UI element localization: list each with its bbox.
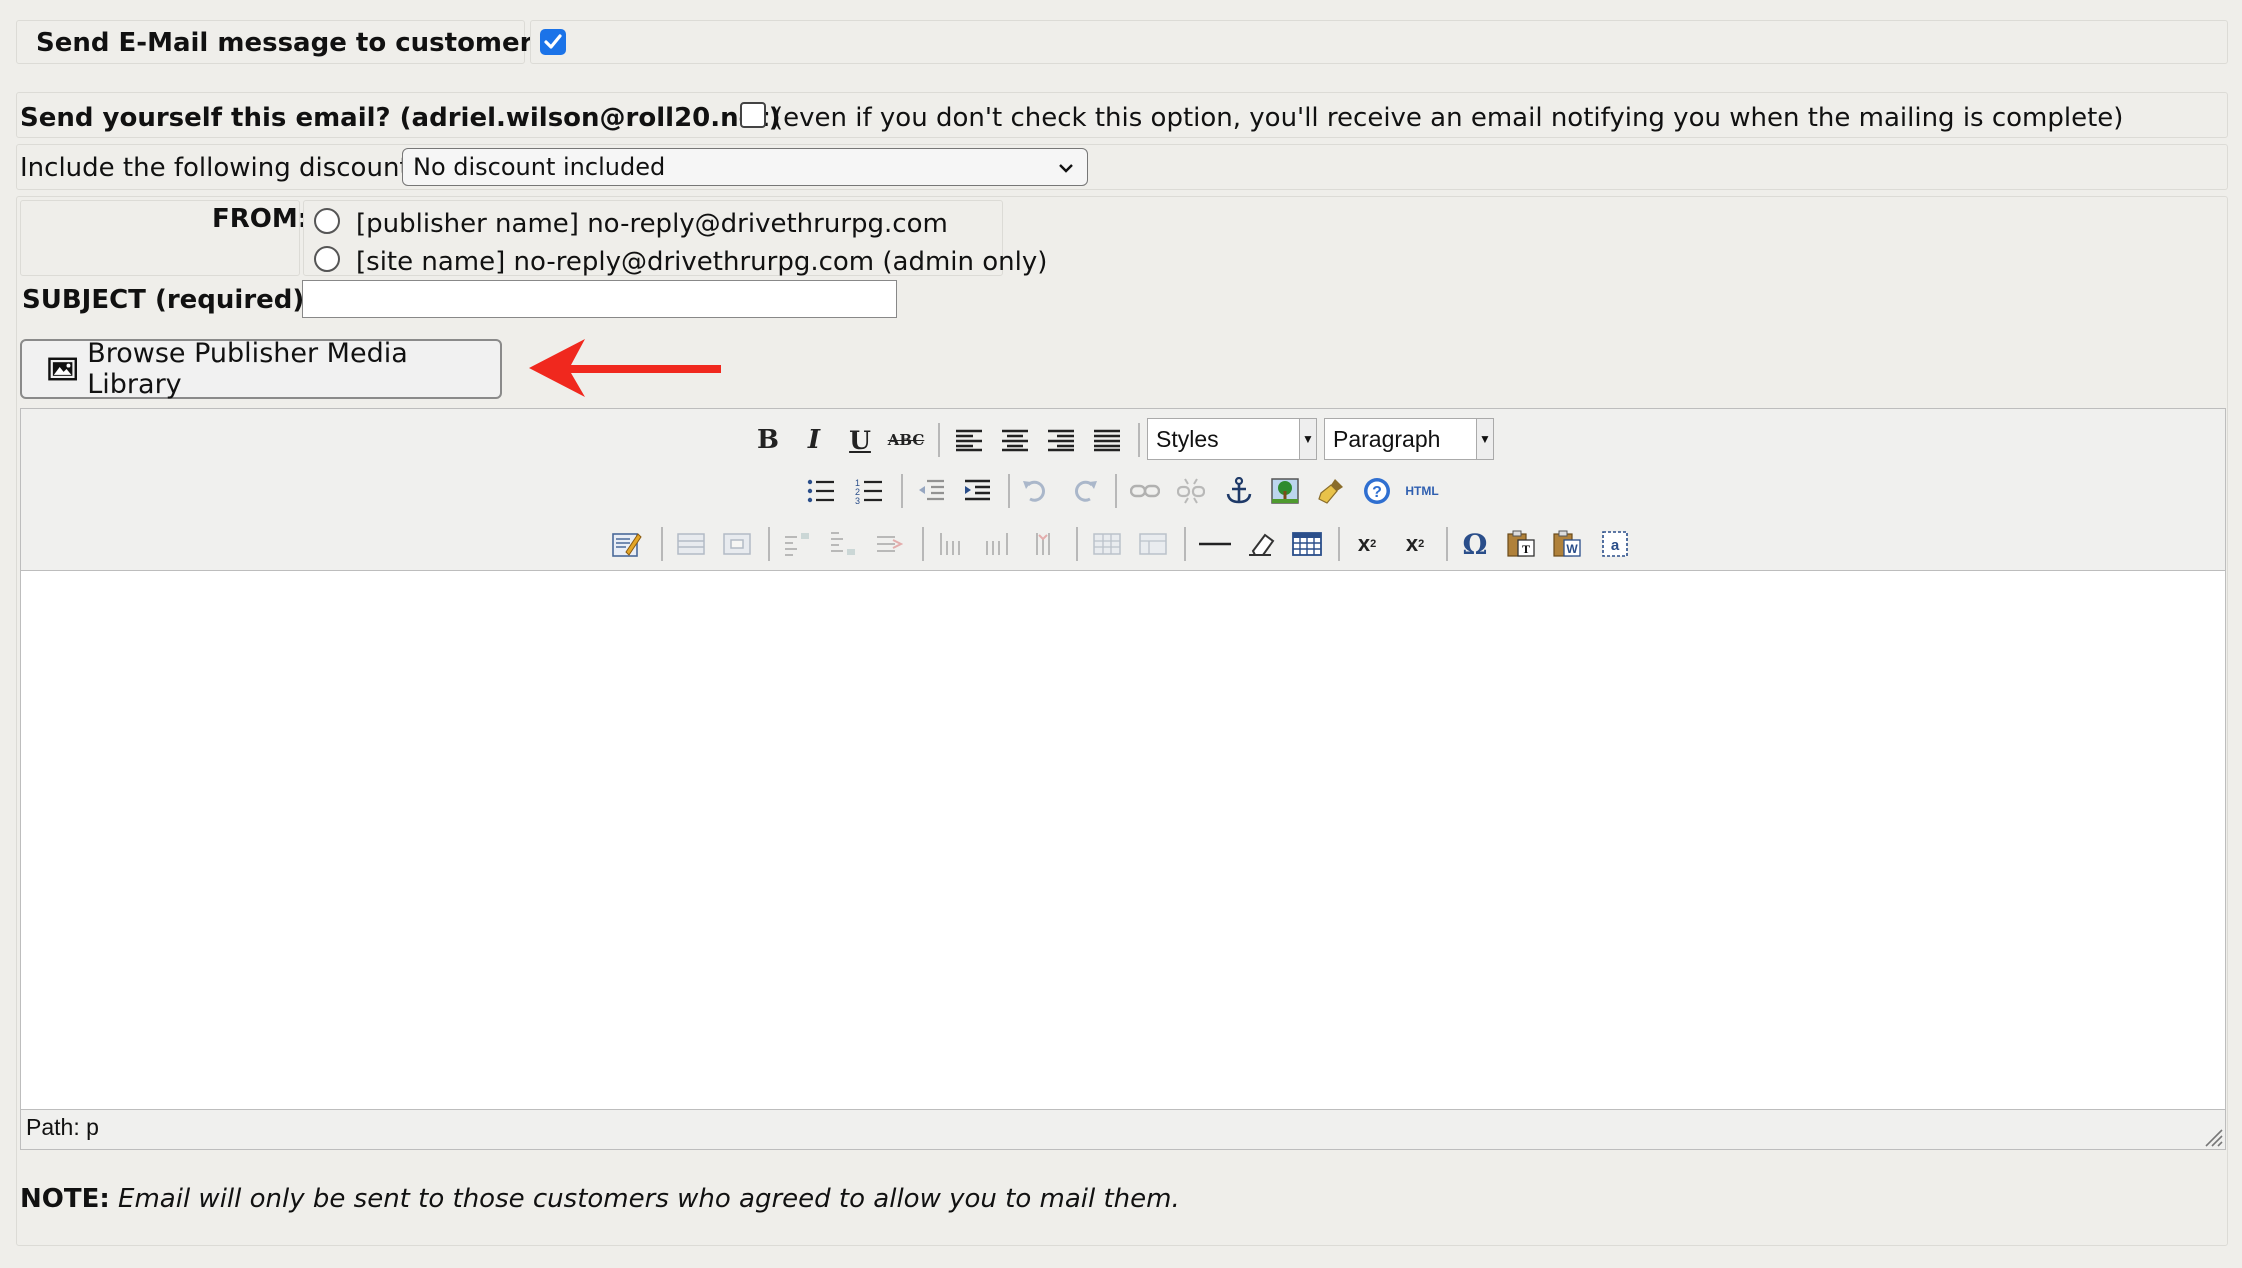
toolbar-separator: [1446, 527, 1448, 561]
styles-select-value: Styles: [1156, 425, 1219, 452]
from-option-publisher-label: [publisher name] no-reply@drivethrurpg.c…: [356, 209, 948, 239]
send-email-checkbox[interactable]: [540, 29, 566, 55]
from-option-site-label: [site name] no-reply@drivethrurpg.com (a…: [356, 247, 1048, 277]
cleanup-brush-icon[interactable]: [1314, 474, 1348, 508]
toolbar-separator: [768, 527, 770, 561]
align-left-icon[interactable]: [952, 423, 986, 457]
horizontal-rule-icon[interactable]: [1198, 527, 1232, 561]
send-email-label: Send E-Mail message to customers?: [36, 28, 564, 58]
red-arrow-icon: [529, 339, 721, 397]
from-option-publisher-radio[interactable]: [314, 208, 340, 234]
mailing-note-prefix: NOTE:: [20, 1184, 110, 1214]
toolbar-separator: [922, 527, 924, 561]
bullet-list-icon[interactable]: [804, 474, 838, 508]
format-select-value: Paragraph: [1333, 425, 1441, 452]
styles-select[interactable]: Styles ▼: [1147, 418, 1317, 460]
html-source-icon[interactable]: HTML: [1400, 474, 1444, 508]
remove-format-icon[interactable]: [1244, 527, 1278, 561]
split-cells-icon[interactable]: [1090, 527, 1124, 561]
help-icon[interactable]: ?: [1360, 474, 1394, 508]
send-self-checkbox[interactable]: [740, 102, 766, 128]
discount-label: Include the following discount:: [20, 153, 419, 183]
italic-icon[interactable]: I: [797, 423, 831, 457]
chevron-down-icon: ▼: [1299, 419, 1316, 459]
toolbar-separator: [1076, 527, 1078, 561]
check-icon: [544, 34, 562, 49]
align-justify-icon[interactable]: [1090, 423, 1124, 457]
table-cell-props-icon[interactable]: [720, 527, 754, 561]
discount-select[interactable]: No discount included: [402, 148, 1088, 186]
subject-input[interactable]: [302, 280, 897, 318]
send-email-checkbox-cell: [530, 20, 2228, 64]
mailing-note: NOTE: Email will only be sent to those c…: [20, 1184, 1180, 1214]
resize-handle-icon[interactable]: [2202, 1126, 2224, 1148]
merge-cells-icon[interactable]: [1136, 527, 1170, 561]
bold-icon[interactable]: B: [751, 423, 785, 457]
superscript-icon[interactable]: x2: [1398, 527, 1432, 561]
table-row-props-icon[interactable]: [674, 527, 708, 561]
toolbar-separator: [1338, 527, 1340, 561]
editor-path: Path: p: [26, 1114, 99, 1140]
special-character-icon[interactable]: Ω: [1458, 527, 1492, 561]
from-label: FROM:: [212, 204, 309, 234]
unlink-icon[interactable]: [1174, 474, 1208, 508]
delete-row-icon[interactable]: [872, 527, 906, 561]
insert-row-before-icon[interactable]: [780, 527, 814, 561]
toolbar-separator: [661, 527, 663, 561]
svg-text:3: 3: [855, 496, 860, 504]
delete-col-icon[interactable]: [1026, 527, 1060, 561]
align-center-icon[interactable]: [998, 423, 1032, 457]
svg-text:W: W: [1566, 542, 1578, 556]
visual-aid-icon[interactable]: [610, 527, 644, 561]
underline-icon[interactable]: U: [843, 423, 877, 457]
insert-table-icon[interactable]: [1290, 527, 1324, 561]
send-self-note: (even if you don't check this option, yo…: [773, 103, 2124, 133]
outdent-icon[interactable]: [914, 474, 948, 508]
insert-col-after-icon[interactable]: [980, 527, 1014, 561]
from-option-site-radio[interactable]: [314, 246, 340, 272]
paste-word-icon[interactable]: W: [1550, 527, 1584, 561]
mailing-note-text: Email will only be sent to those custome…: [118, 1184, 1180, 1214]
select-all-icon[interactable]: a: [1598, 527, 1632, 561]
insert-row-after-icon[interactable]: [826, 527, 860, 561]
browse-media-library-label: Browse Publisher Media Library: [87, 338, 408, 400]
toolbar-separator: [1008, 474, 1010, 508]
send-self-label: Send yourself this email? (adriel.wilson…: [20, 103, 781, 133]
format-select[interactable]: Paragraph ▼: [1324, 418, 1494, 460]
editor-content-area[interactable]: [21, 570, 2225, 1110]
html-source-label: HTML: [1405, 484, 1439, 498]
subject-label: SUBJECT (required):: [22, 285, 315, 315]
paste-text-icon[interactable]: T: [1504, 527, 1538, 561]
toolbar-separator: [938, 423, 940, 457]
svg-text:?: ?: [1372, 484, 1382, 501]
insert-col-before-icon[interactable]: [934, 527, 968, 561]
toolbar-separator: [1138, 423, 1140, 457]
redo-icon[interactable]: [1068, 474, 1102, 508]
browse-media-library-button[interactable]: Browse Publisher Media Library: [20, 338, 502, 400]
discount-select-value: No discount included: [413, 153, 666, 181]
anchor-icon[interactable]: [1222, 474, 1256, 508]
svg-text:T: T: [1522, 542, 1530, 556]
undo-icon[interactable]: [1018, 474, 1052, 508]
toolbar-separator: [901, 474, 903, 508]
strikethrough-icon[interactable]: ABC: [888, 423, 925, 457]
subscript-icon[interactable]: x2: [1350, 527, 1384, 561]
toolbar-separator: [1184, 527, 1186, 561]
link-icon[interactable]: [1128, 474, 1162, 508]
indent-icon[interactable]: [960, 474, 994, 508]
toolbar-separator: [1115, 474, 1117, 508]
image-icon: [48, 357, 77, 381]
align-right-icon[interactable]: [1044, 423, 1078, 457]
chevron-down-icon: [1059, 164, 1073, 173]
insert-image-icon[interactable]: [1268, 474, 1302, 508]
numbered-list-icon[interactable]: 123: [852, 474, 886, 508]
chevron-down-icon: ▼: [1476, 419, 1493, 459]
svg-text:a: a: [1611, 537, 1620, 554]
